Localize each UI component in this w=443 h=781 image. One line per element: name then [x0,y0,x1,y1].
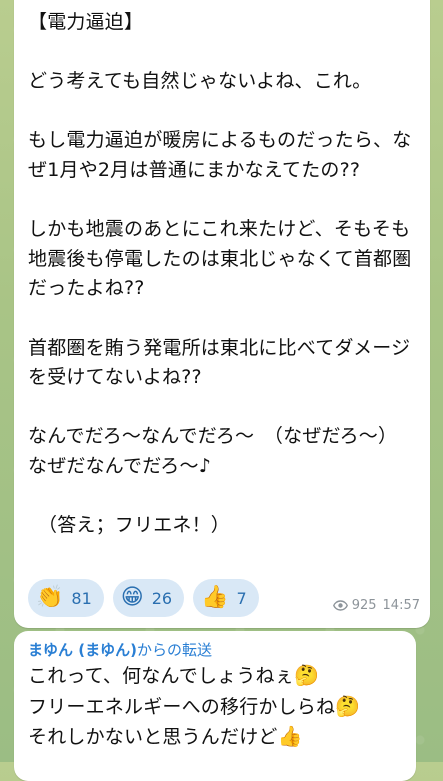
message-paragraph: もし電力逼迫が暖房によるものだったら、なぜ1月や2月は普通にまかなえてたの?? [28,129,412,181]
reaction-grin-button[interactable]: 😁 26 [112,579,185,617]
message-line: フリーエネルギーへの移行かしらね🤔 [28,692,412,723]
forward-suffix: からの転送 [136,641,212,659]
message-line: それしかないと思うんだけど👍 [28,722,412,753]
message-text: これって、何なんでしょうねぇ🤔 フリーエネルギーへの移行かしらね🤔 それしかない… [28,661,412,753]
message-paragraph: 首都圏を賄う発電所は東北に比べてダメージを受けてないよね?? [28,336,411,389]
reaction-count: 7 [236,588,247,608]
message-time: 14:57 [382,598,420,613]
message-line-text: これって、何なんでしょうねぇ [28,665,294,687]
reaction-count: 81 [71,588,92,608]
thumbs-up-icon: 👍 [277,724,303,749]
reaction-count: 26 [151,588,173,608]
message-meta: 925 14:57 [332,598,420,613]
message-line: これって、何なんでしょうねぇ🤔 [28,661,412,692]
message-bubble[interactable]: 【電力逼迫】 どう考えても自然じゃないよね、これ。 もし電力逼迫が暖房によるもの… [14,0,430,628]
message-paragraph: なんでだろ〜なんでだろ〜 （なぜだろ〜） なぜだなんでだろ〜♪ [28,425,407,477]
forwarded-message-bubble[interactable]: まゆん (まゆん)からの転送 これって、何なんでしょうねぇ🤔 フリーエネルギーへ… [14,631,416,781]
clapping-hands-icon: 👏 [36,585,64,610]
eye-icon [332,600,348,611]
thinking-face-icon: 🤔 [335,693,361,718]
view-count: 925 [351,598,377,613]
reaction-clap-button[interactable]: 👏 81 [28,579,104,617]
forward-header: まゆん (まゆん)からの転送 [28,639,212,660]
message-paragraph: （答え；フリエネ！） [38,514,231,537]
thumbs-up-icon: 👍 [201,585,229,610]
grinning-face-icon: 😁 [120,585,144,610]
message-text: 【電力逼迫】 どう考えても自然じゃないよね、これ。 もし電力逼迫が暖房によるもの… [28,8,422,541]
message-paragraph: しかも地震のあとにこれ来たけど、そもそも地震後も停電したのは東北じゃなくて首都圏… [28,218,412,300]
message-line-text: フリーエネルギーへの移行かしらね [28,695,336,718]
thinking-face-icon: 🤔 [293,663,320,687]
message-paragraph: 【電力逼迫】 [28,11,144,33]
reaction-thumbs-up-button[interactable]: 👍 7 [193,579,259,617]
reactions-bar: 👏 81 😁 26 👍 7 [28,579,259,617]
message-line-text: それしかないと思うんだけど [28,726,278,749]
forward-sender-link[interactable]: まゆん (まゆん) [28,641,137,659]
message-paragraph: どう考えても自然じゃないよね、これ。 [28,70,372,93]
